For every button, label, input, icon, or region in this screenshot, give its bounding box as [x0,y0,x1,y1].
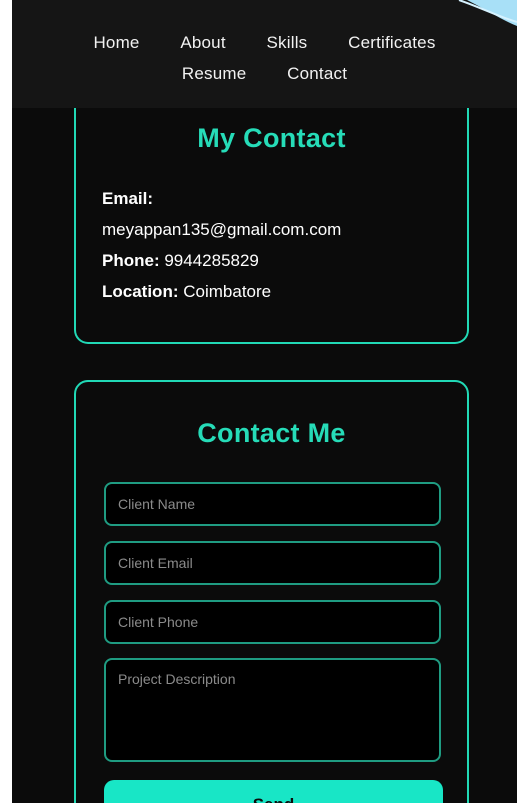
page-frame: My Contact Email: meyappan135@gmail.com.… [12,0,517,803]
phone-row: Phone: 9944285829 [102,245,467,276]
nav-link-home[interactable]: Home [93,33,139,53]
location-label: Location: [102,282,179,301]
phone-label: Phone: [102,251,160,270]
location-value: Coimbatore [183,282,272,301]
location-row: Location: Coimbatore [102,276,467,307]
nav-row-secondary: Resume Contact [12,64,517,84]
nav-link-certificates[interactable]: Certificates [348,33,435,53]
corner-wave-decoration [447,0,517,26]
nav-link-skills[interactable]: Skills [267,33,308,53]
contact-form-card: Contact Me Send [74,380,469,803]
email-label: Email: [102,189,154,208]
nav-link-resume[interactable]: Resume [182,64,247,84]
nav-row-primary: Home About Skills Certificates [12,33,517,53]
phone-value: 9944285829 [164,251,259,270]
project-description-input[interactable] [104,658,441,762]
client-phone-input[interactable] [104,600,441,644]
my-contact-title: My Contact [197,123,346,153]
top-navbar: Home About Skills Certificates Resume Co… [12,0,517,108]
contact-details: Email: meyappan135@gmail.com.com Phone: … [102,183,467,307]
client-name-input[interactable] [104,482,441,526]
nav-link-contact[interactable]: Contact [287,64,347,84]
nav-link-about[interactable]: About [180,33,225,53]
email-value: meyappan135@gmail.com.com [102,220,342,239]
contact-me-title: Contact Me [197,418,346,448]
email-row: Email: [102,183,467,214]
my-contact-card: My Contact Email: meyappan135@gmail.com.… [74,80,469,344]
client-email-input[interactable] [104,541,441,585]
send-button[interactable]: Send [104,780,443,803]
